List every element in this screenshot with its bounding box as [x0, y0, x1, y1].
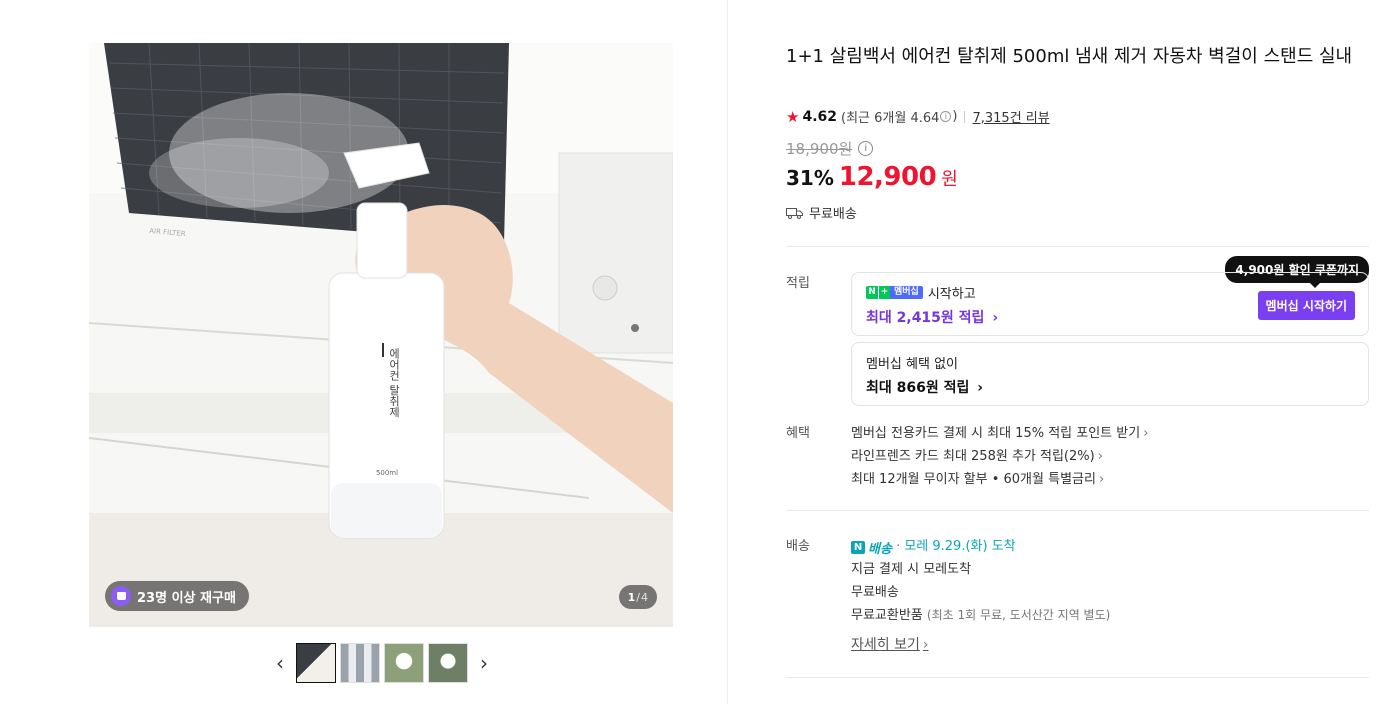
star-icon: ★: [786, 107, 800, 126]
delivery-line-3: 무료교환반품 (최초 1회 무료, 도서산간 지역 별도): [851, 608, 1111, 623]
rating-row: ★ 4.62 (최근 6개월 4.64 i ) 7,315건 리뷰: [786, 107, 1050, 127]
nonmember-title: 멤버십 혜택 없이: [866, 357, 958, 372]
shipping-row: 무료배송: [786, 203, 857, 222]
thumbnail-2[interactable]: [340, 643, 380, 683]
member-max-points: 최대 2,415원 적립: [866, 310, 985, 326]
arrival-date: 모레 9.29.(화) 도착: [904, 539, 1016, 554]
divider: [786, 246, 1369, 247]
bottle-label: 에어컨 탈취제: [388, 348, 401, 418]
prev-thumbnail-button[interactable]: ‹: [268, 643, 292, 683]
chevron-right-icon: ›: [1097, 449, 1103, 464]
chevron-right-icon: ›: [977, 380, 984, 396]
chevron-right-icon: ›: [922, 637, 929, 653]
sale-price: 12,900: [838, 162, 937, 192]
divider: [964, 110, 966, 123]
price-info-icon[interactable]: i: [858, 141, 874, 156]
recent-rating-close: ): [952, 109, 958, 124]
nonmember-card[interactable]: 멤버십 혜택 없이 최대 866원 적립 ›: [851, 342, 1369, 406]
product-photo: 에어컨 탈취제 500ml AIR FILTER: [89, 43, 673, 627]
chevron-right-icon: ›: [1098, 472, 1105, 487]
next-thumbnail-button[interactable]: ›: [472, 643, 496, 683]
bottle-volume: 500ml: [376, 469, 398, 477]
truck-icon: [786, 207, 803, 219]
product-gallery: 에어컨 탈취제 500ml AIR FILTER 23명 이상 재구매 1 / …: [0, 0, 728, 704]
chevron-right-icon: ›: [1143, 426, 1149, 441]
recent-rating: (최근 6개월 4.64: [841, 111, 940, 126]
review-count-link[interactable]: 7,315건 리뷰: [972, 107, 1049, 126]
benefit-item[interactable]: 라인프렌즈 카드 최대 258원 추가 적립(2%) ›: [851, 445, 1103, 464]
product-page: 에어컨 탈취제 500ml AIR FILTER 23명 이상 재구매 1 / …: [0, 0, 1399, 704]
delivery-detail-link[interactable]: 자세히 보기 ›: [851, 634, 928, 654]
points-label: 적립: [786, 276, 810, 291]
price-row: 31% 12,900 원: [786, 162, 958, 192]
member-start-text: 시작하고: [927, 287, 976, 302]
currency: 원: [941, 169, 958, 190]
benefit-item[interactable]: 멤버십 전용카드 결제 시 최대 15% 적립 포인트 받기 ›: [851, 422, 1148, 441]
thumbnail-strip: ‹ ›: [268, 642, 496, 684]
thumbnail-1[interactable]: [296, 643, 336, 683]
benefits-label: 혜택: [786, 426, 810, 441]
delivery-line-1: 지금 결제 시 모레도착: [851, 562, 972, 577]
chevron-right-icon: ›: [480, 651, 488, 675]
delivery-label: 배송: [786, 539, 810, 554]
repurchase-badge: 23명 이상 재구매: [105, 581, 249, 611]
discount-rate: 31%: [786, 166, 834, 190]
naver-delivery-logo: N 배송: [851, 538, 892, 557]
delivery-arrival: N 배송 · 모레 9.29.(화) 도착: [851, 535, 1016, 557]
original-price: 18,900원: [786, 140, 853, 158]
info-icon[interactable]: i: [940, 111, 952, 122]
chevron-right-icon: ›: [992, 310, 999, 326]
divider: [786, 677, 1369, 678]
main-product-image[interactable]: 에어컨 탈취제 500ml AIR FILTER 23명 이상 재구매 1 / …: [89, 43, 673, 627]
counter-total: 4: [641, 590, 648, 604]
shipping-text: 무료배송: [809, 207, 857, 222]
shopping-bag-icon: [111, 586, 131, 606]
benefit-item[interactable]: 최대 12개월 무이자 할부 • 60개월 특별금리 ›: [851, 468, 1104, 487]
divider: [786, 510, 1369, 511]
counter-current: 1: [627, 590, 636, 604]
image-counter: 1 / 4: [618, 585, 657, 609]
rating-value: 4.62: [802, 108, 837, 125]
original-price-row: 18,900원 i: [786, 138, 874, 159]
start-membership-button[interactable]: 멤버십 시작하기: [1257, 291, 1355, 320]
repurchase-text: 23명 이상 재구매: [137, 590, 236, 606]
thumbnail-4[interactable]: [428, 643, 468, 683]
chevron-left-icon: ‹: [276, 651, 284, 675]
thumbnail-3[interactable]: [384, 643, 424, 683]
nonmember-max-points: 최대 866원 적립: [866, 380, 970, 396]
membership-card[interactable]: N + 멤버십 시작하고 최대 2,415원 적립 › 멤버십 시작하기: [851, 272, 1369, 336]
naver-membership-logo: N + 멤버십: [866, 286, 923, 299]
delivery-line-2: 무료배송: [851, 585, 899, 600]
product-title: 1+1 살림백서 에어컨 탈취제 500ml 냄새 제거 자동차 벽걸이 스탠드…: [786, 46, 1353, 67]
